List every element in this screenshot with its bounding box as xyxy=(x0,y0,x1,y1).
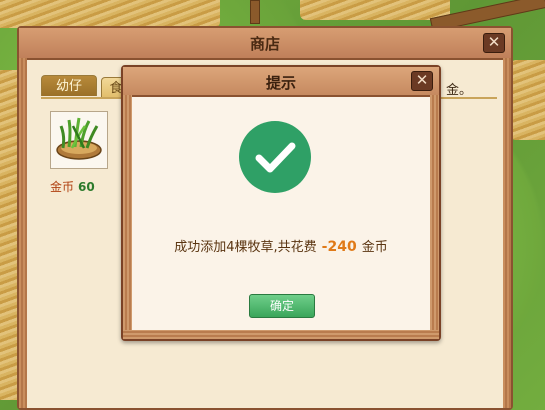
shop-titlebar: 商店 ✕ xyxy=(19,28,511,60)
close-icon: ✕ xyxy=(487,33,501,51)
dialog-frame-bottom xyxy=(123,330,439,339)
dialog-close-button[interactable]: ✕ xyxy=(411,71,433,91)
cost-amount: -240 xyxy=(321,239,357,255)
message-text: 成功添加4棵牧草,共花费 xyxy=(174,240,317,255)
notice-dialog: 提示 ✕ 成功添加4棵牧草,共花费 -240 金币 确定 xyxy=(121,65,441,341)
shop-hint-text: 金。 xyxy=(446,83,473,98)
wooden-fence xyxy=(250,0,260,24)
dialog-title: 提示 xyxy=(265,74,296,92)
shop-title: 商店 xyxy=(249,35,280,53)
dialog-message: 成功添加4棵牧草,共花费 -240 金币 xyxy=(123,236,439,255)
shop-close-button[interactable]: ✕ xyxy=(483,33,505,53)
hay-patch xyxy=(300,0,450,20)
shop-frame-left xyxy=(19,58,27,408)
grass-basket-icon xyxy=(56,117,102,160)
item-price: 金币 60 xyxy=(50,178,95,195)
dialog-titlebar: 提示 ✕ xyxy=(123,67,439,97)
price-value: 60 xyxy=(78,180,95,194)
price-label: 金币 xyxy=(50,180,75,194)
hay-patch xyxy=(510,60,545,140)
confirm-button[interactable]: 确定 xyxy=(249,294,315,318)
hay-patch xyxy=(0,0,220,28)
shop-item-grass[interactable] xyxy=(50,111,108,169)
dialog-frame-left xyxy=(123,95,132,339)
close-icon: ✕ xyxy=(415,71,429,89)
tab-babies[interactable]: 幼仔 xyxy=(41,75,97,96)
game-scene: 商店 ✕ 幼仔 食 金。 金币 60 提示 ✕ 成功添加4棵牧草,共花费 -24… xyxy=(0,0,545,410)
check-circle-icon xyxy=(239,121,311,193)
checkmark-icon xyxy=(255,142,296,173)
currency-label: 金币 xyxy=(361,240,388,255)
shop-frame-right xyxy=(503,58,511,408)
dialog-frame-right xyxy=(430,95,439,339)
